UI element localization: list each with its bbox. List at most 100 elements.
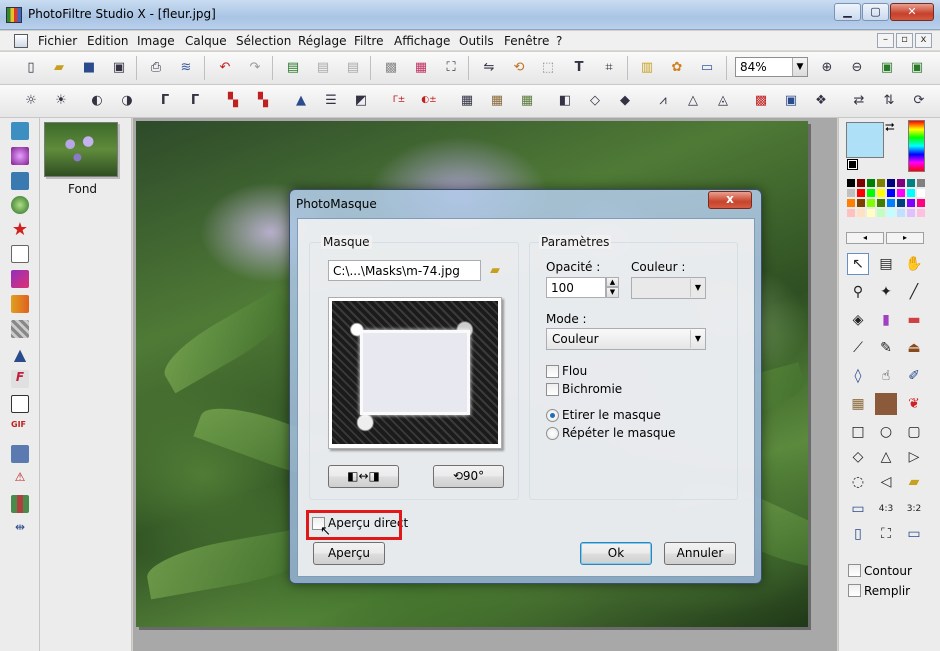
palette-swatch[interactable] [846, 208, 856, 218]
align-icon[interactable]: ▭ [847, 498, 869, 520]
selection-icon[interactable]: ⬚ [537, 56, 559, 78]
new-file-icon[interactable]: ▯ [20, 56, 42, 78]
magic-wand-icon[interactable]: ✦ [875, 281, 897, 303]
palette-swatch[interactable] [906, 188, 916, 198]
arrow-shape-icon[interactable]: ▷ [903, 446, 925, 468]
vertical-align-icon[interactable]: ▯ [847, 523, 869, 545]
sharpen-icon[interactable]: ◆ [614, 89, 636, 111]
ok-button[interactable]: Ok [580, 542, 652, 565]
menu-calque[interactable]: Calque [185, 34, 227, 48]
annuler-button[interactable]: Annuler [664, 542, 736, 565]
repeter-radio[interactable] [546, 427, 559, 440]
fill-icon[interactable]: ◈ [847, 309, 869, 331]
crop-frame-icon[interactable]: ⛶ [875, 523, 897, 545]
camera-icon[interactable] [11, 172, 29, 190]
flou-checkbox[interactable] [546, 365, 559, 378]
palette-swatch[interactable] [846, 178, 856, 188]
print-icon[interactable]: ⎙ [145, 56, 167, 78]
tiles-icon[interactable] [11, 495, 29, 513]
palette-swatch[interactable] [866, 208, 876, 218]
contrast-minus-icon[interactable]: ◐ [86, 89, 108, 111]
palette-swatch[interactable] [876, 178, 886, 188]
swap-colors-icon[interactable]: ⮂ [885, 120, 895, 135]
drop-icon[interactable]: ◬ [712, 89, 734, 111]
saturation-plus-icon[interactable]: ▚ [252, 89, 274, 111]
strawberry-icon[interactable]: ❦ [903, 393, 925, 415]
ratio-3-2-icon[interactable]: 3:2 [903, 498, 925, 520]
redo-icon[interactable]: ↷ [244, 56, 266, 78]
zoom-in-icon[interactable]: ⊕ [816, 56, 838, 78]
palette-swatch[interactable] [846, 198, 856, 208]
hand-icon[interactable]: ✋ [903, 253, 925, 275]
diamond-icon[interactable]: ◇ [847, 446, 869, 468]
palette-next-button[interactable]: ▸ [886, 232, 924, 244]
maximize-button[interactable]: ▢ [862, 3, 889, 21]
palette-swatch[interactable] [916, 178, 926, 188]
fit-window-icon[interactable]: ▣ [906, 56, 928, 78]
brightness-plus-icon[interactable]: ☀ [50, 89, 72, 111]
menu-reglage[interactable]: Réglage [298, 34, 347, 48]
smudge-icon[interactable]: ☝ [875, 365, 897, 387]
menu-affichage[interactable]: Affichage [394, 34, 450, 48]
palette-swatch[interactable] [876, 198, 886, 208]
palette-swatch[interactable] [856, 208, 866, 218]
chevron-down-icon[interactable]: ▼ [690, 279, 705, 297]
palette-swatch[interactable] [876, 208, 886, 218]
bichromie-checkbox[interactable] [546, 383, 559, 396]
invert-mask-button[interactable]: ◧↔◨ [328, 465, 399, 488]
ellipse-icon[interactable]: ○ [875, 421, 897, 443]
histogram-tool-icon[interactable]: ▲ [11, 345, 29, 364]
close-button[interactable]: ✕ [890, 3, 934, 21]
star-icon[interactable]: ★ [11, 221, 29, 239]
globe-icon[interactable] [11, 196, 29, 214]
line-icon[interactable]: ╱ [903, 281, 925, 303]
image-stamp-icon[interactable] [875, 393, 897, 415]
window-frame-icon[interactable]: ▭ [903, 523, 925, 545]
spin-down-icon[interactable]: ▼ [606, 287, 619, 298]
foreground-color[interactable] [846, 122, 884, 158]
opacite-input[interactable]: 100 [546, 277, 606, 298]
blur-drop-icon[interactable]: ◊ [847, 365, 869, 387]
chevron-down-icon[interactable]: ▼ [690, 330, 705, 348]
negative-icon[interactable]: ◩ [350, 89, 372, 111]
rounded-rect-icon[interactable]: ▢ [903, 421, 925, 443]
frame-icon[interactable]: ▣ [780, 89, 802, 111]
etirer-radio[interactable] [546, 409, 559, 422]
cut-icon[interactable]: ▤ [342, 56, 364, 78]
palette-swatch[interactable] [856, 198, 866, 208]
frame-tool-icon[interactable] [11, 395, 29, 413]
palette-swatch[interactable] [906, 198, 916, 208]
window-icon[interactable]: ▭ [696, 56, 718, 78]
contrast-plus-icon[interactable]: ◑ [116, 89, 138, 111]
clone-icon[interactable]: ✐ [903, 365, 925, 387]
dialog-close-button[interactable]: x [708, 191, 752, 209]
saturation-minus-icon[interactable]: ▚ [222, 89, 244, 111]
palette-swatch[interactable] [876, 188, 886, 198]
gradient-icon[interactable]: ▩ [750, 89, 772, 111]
texture-icon[interactable]: ▦ [516, 89, 538, 111]
layer-thumbnail[interactable] [44, 122, 118, 177]
triangle-icon[interactable]: △ [875, 446, 897, 468]
menu-edition[interactable]: Edition [87, 34, 129, 48]
rotate-icon[interactable]: ⟲ [508, 56, 530, 78]
palette-swatch[interactable] [846, 188, 856, 198]
gradient-tool-icon[interactable] [11, 270, 29, 288]
ratio-4-3-icon[interactable]: 4:3 [875, 498, 897, 520]
explorer-icon[interactable]: ▥ [636, 56, 658, 78]
open-folder-icon[interactable]: ▰ [484, 259, 506, 281]
auto-levels-icon[interactable]: Γ± [388, 89, 410, 111]
palette-prev-button[interactable]: ◂ [846, 232, 884, 244]
minimize-button[interactable]: ▁ [834, 3, 861, 21]
palette-swatch[interactable] [916, 188, 926, 198]
palette-swatch[interactable] [886, 198, 896, 208]
menu-filtre[interactable]: Filtre [354, 34, 383, 48]
save-icon[interactable]: ■ [78, 56, 100, 78]
palette-swatch[interactable] [906, 178, 916, 188]
plugins-icon[interactable]: ✿ [666, 56, 688, 78]
open-folder-icon[interactable]: ▰ [48, 56, 70, 78]
open-shape-icon[interactable]: ▰ [903, 471, 925, 493]
zoom-out-icon[interactable]: ⊖ [846, 56, 868, 78]
undo-icon[interactable]: ↶ [214, 56, 236, 78]
scan-icon[interactable]: ≋ [175, 56, 197, 78]
save-as-icon[interactable]: ▣ [108, 56, 130, 78]
